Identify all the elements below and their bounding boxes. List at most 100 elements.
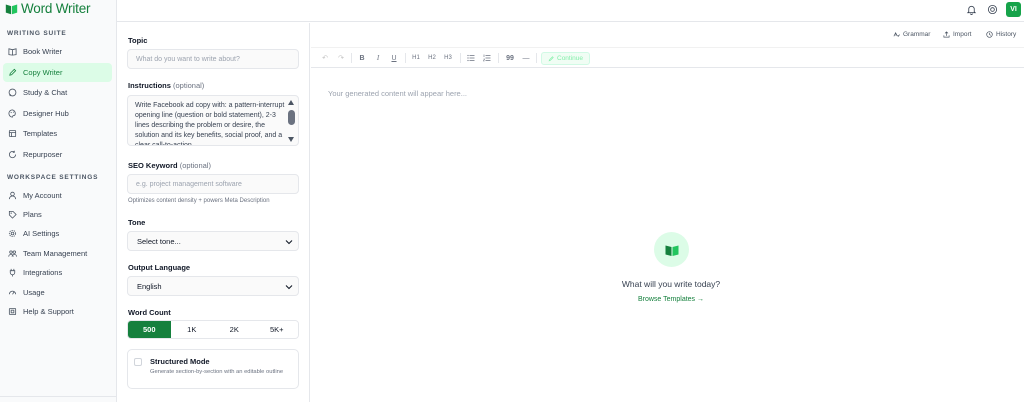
toolbar-divider	[405, 53, 406, 63]
notification-bell-icon[interactable]	[966, 4, 977, 15]
topic-input[interactable]: What do you want to write about?	[127, 49, 299, 69]
history-link[interactable]: History	[986, 31, 1016, 38]
toolbar-divider	[536, 53, 537, 63]
word-count-1k-button[interactable]: 1K	[170, 321, 213, 338]
app-name: Word Writer	[21, 1, 91, 16]
toolbar-divider	[460, 53, 461, 63]
structured-mode-description: Generate section-by-section with an edit…	[150, 369, 284, 375]
sidebar-item-integrations[interactable]: Integrations	[3, 263, 112, 282]
sidebar-item-book-writer[interactable]: Book Writer	[3, 42, 112, 61]
sidebar-item-label: My Account	[23, 191, 62, 200]
sidebar-item-label: Study & Chat	[23, 88, 68, 97]
bold-icon[interactable]: B	[357, 52, 367, 64]
gauge-icon	[8, 290, 17, 295]
help-icon	[8, 307, 17, 316]
word-count-2k-button[interactable]: 2K	[213, 321, 256, 338]
toolbar-divider	[498, 53, 499, 63]
pen-icon	[548, 55, 554, 61]
seo-keyword-input[interactable]: e.g. project management software	[127, 174, 299, 194]
credits-icon[interactable]	[987, 4, 998, 15]
sidebar-item-label: Templates	[23, 129, 58, 138]
grammar-link[interactable]: Grammar	[893, 31, 930, 38]
team-icon	[8, 250, 17, 257]
sidebar-item-label: Plans	[23, 210, 42, 219]
sidebar-item-usage[interactable]: Usage	[3, 283, 112, 302]
sidebar-item-copy-writer[interactable]: Copy Writer	[3, 63, 112, 82]
seo-hint: Optimizes content density + powers Meta …	[128, 198, 270, 204]
sidebar-item-study-chat[interactable]: Study & Chat	[3, 83, 112, 102]
sidebar: Word Writer WRITING SUITE Book Writer Co…	[0, 0, 117, 402]
word-count-selector: 500 1K 2K 5K+	[127, 320, 299, 339]
empty-state-title: What will you write today?	[621, 279, 721, 289]
language-value: English	[137, 281, 162, 291]
redo-icon[interactable]: ↷	[336, 52, 346, 64]
tone-select[interactable]: Select tone...	[127, 231, 299, 251]
user-icon	[8, 191, 17, 200]
chevron-down-icon	[285, 285, 293, 290]
import-link[interactable]: Import	[943, 31, 971, 38]
sidebar-item-label: Designer Hub	[23, 109, 69, 118]
undo-icon[interactable]: ↶	[320, 52, 330, 64]
topic-label: Topic	[128, 36, 148, 45]
word-count-5k-button[interactable]: 5K+	[255, 321, 298, 338]
user-avatar[interactable]: VI	[1006, 2, 1021, 17]
blockquote-button[interactable]: 99	[504, 52, 516, 64]
writing-suite-title: WRITING SUITE	[7, 30, 67, 37]
instructions-textarea[interactable]: Write Facebook ad copy with: a pattern-i…	[127, 95, 299, 146]
template-icon	[8, 129, 17, 138]
optional-tag: (optional)	[173, 81, 205, 90]
browse-templates-link[interactable]: Browse Templates →	[571, 296, 771, 303]
scroll-up-arrow-icon[interactable]	[288, 100, 294, 105]
sidebar-item-my-account[interactable]: My Account	[3, 186, 112, 205]
optional-tag: (optional)	[179, 161, 211, 170]
plug-icon	[9, 268, 16, 277]
top-bar	[117, 0, 1024, 22]
word-count-label: Word Count	[128, 308, 171, 317]
editor-placeholder[interactable]: Your generated content will appear here.…	[328, 89, 467, 98]
heading-3-button[interactable]: H3	[443, 52, 453, 64]
palette-icon	[8, 109, 16, 118]
horizontal-rule-button[interactable]: —	[521, 52, 531, 64]
chat-icon	[8, 88, 17, 97]
sidebar-item-designer-hub[interactable]: Designer Hub	[3, 104, 112, 123]
sidebar-item-team-management[interactable]: Team Management	[3, 244, 112, 263]
instructions-label: Instructions (optional)	[128, 81, 205, 90]
pen-icon	[9, 68, 17, 76]
clock-icon	[986, 31, 993, 38]
upload-icon	[943, 31, 950, 38]
tag-icon	[8, 210, 17, 219]
word-count-500-button[interactable]: 500	[128, 321, 171, 338]
underline-icon[interactable]: U	[389, 52, 399, 64]
continue-button[interactable]: Continue	[541, 52, 591, 65]
heading-2-button[interactable]: H2	[427, 52, 437, 64]
scroll-thumb[interactable]	[288, 110, 295, 125]
book-icon	[8, 48, 17, 56]
heading-1-button[interactable]: H1	[411, 52, 421, 64]
logo-book-icon	[5, 4, 18, 15]
empty-state-book-icon	[654, 232, 689, 267]
sidebar-item-label: Integrations	[23, 268, 63, 277]
sidebar-item-ai-settings[interactable]: AI Settings	[3, 224, 112, 243]
output-language-select[interactable]: English	[127, 276, 299, 296]
refresh-icon	[8, 150, 17, 159]
scroll-down-arrow-icon[interactable]	[288, 137, 294, 142]
sidebar-divider	[0, 396, 116, 397]
italic-icon[interactable]: I	[373, 52, 383, 64]
bullet-list-icon[interactable]	[466, 52, 476, 64]
seo-keyword-label: SEO Keyword (optional)	[128, 161, 211, 170]
chevron-down-icon	[285, 240, 293, 245]
structured-mode-checkbox[interactable]	[134, 358, 142, 366]
sidebar-item-label: Book Writer	[23, 47, 63, 56]
sidebar-item-repurposer[interactable]: Repurposer	[3, 145, 112, 164]
generation-form: Topic What do you want to write about? I…	[117, 23, 310, 402]
tone-label: Tone	[128, 218, 146, 227]
numbered-list-icon[interactable]	[482, 52, 492, 64]
sidebar-item-templates[interactable]: Templates	[3, 124, 112, 143]
app-logo[interactable]: Word Writer	[5, 0, 91, 17]
textarea-scrollbar[interactable]	[287, 98, 296, 145]
sidebar-item-plans[interactable]: Plans	[3, 205, 112, 224]
sidebar-item-help-support[interactable]: Help & Support	[3, 302, 112, 321]
structured-mode-card[interactable]: Structured Mode Generate section-by-sect…	[127, 349, 299, 389]
sidebar-item-label: Repurposer	[23, 150, 63, 159]
instructions-text: Write Facebook ad copy with: a pattern-i…	[135, 102, 285, 146]
